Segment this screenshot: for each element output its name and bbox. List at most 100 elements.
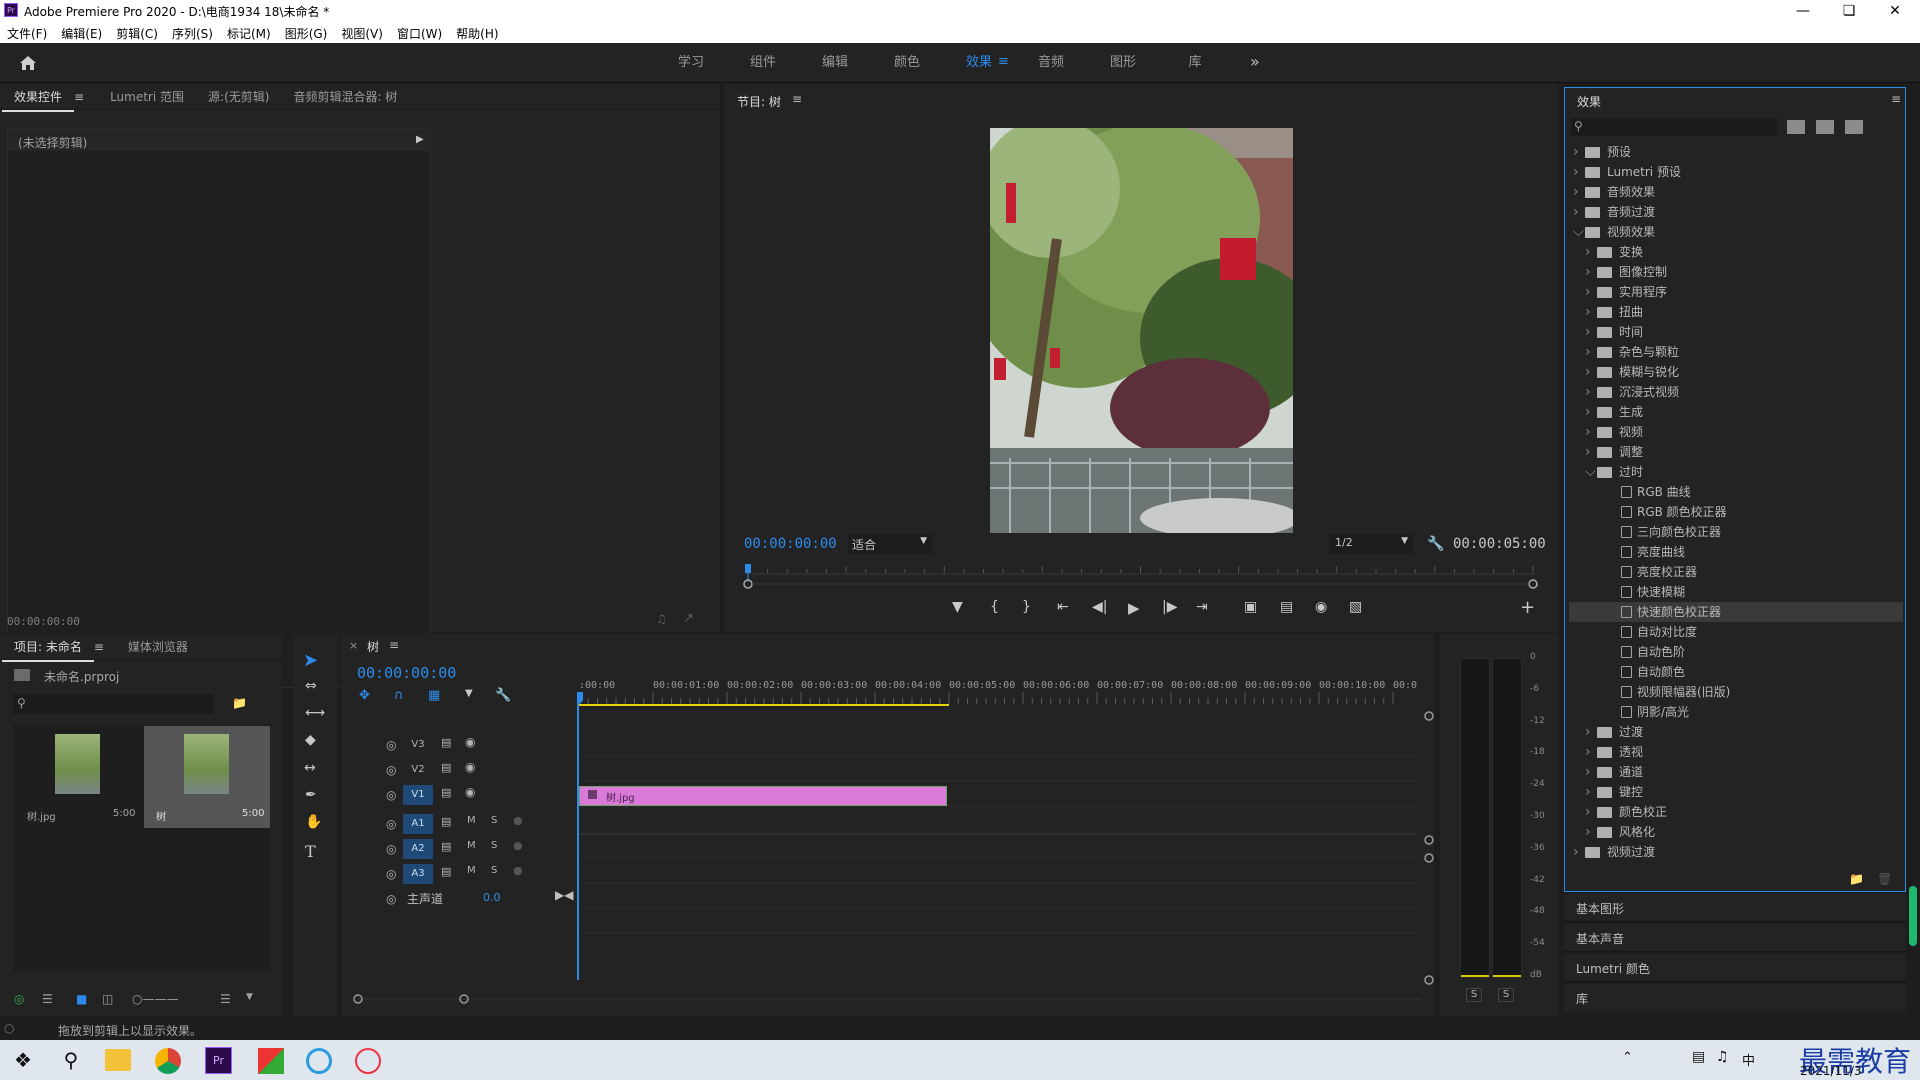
- eye-icon[interactable]: ◉: [465, 785, 475, 799]
- effects-item[interactable]: › 视频: [1569, 422, 1903, 442]
- panel-menu-icon[interactable]: ≡: [74, 90, 84, 104]
- freeform-view-icon[interactable]: ◫: [102, 992, 113, 1006]
- lock-icon[interactable]: ◎: [386, 788, 396, 802]
- chrome-icon[interactable]: [155, 1048, 181, 1074]
- network-icon[interactable]: ▤: [1692, 1049, 1705, 1065]
- eye-icon[interactable]: ◉: [465, 760, 475, 774]
- windows-start-icon[interactable]: ❖: [8, 1045, 38, 1075]
- chevron-down-icon[interactable]: ⌵: [1585, 462, 1596, 482]
- effects-item[interactable]: 快速颜色校正器: [1569, 602, 1903, 622]
- effects-item[interactable]: 快速模糊: [1569, 582, 1903, 602]
- chevron-right-icon[interactable]: ›: [1585, 322, 1595, 342]
- effects-item[interactable]: › 实用程序: [1569, 282, 1903, 302]
- effects-item[interactable]: › 风格化: [1569, 822, 1903, 842]
- more-workspaces-icon[interactable]: »: [1250, 52, 1260, 71]
- effects-item[interactable]: 三向颜色校正器: [1569, 522, 1903, 542]
- menu-graphics[interactable]: 图形(G): [278, 22, 335, 42]
- effects-item[interactable]: › 音频效果: [1569, 182, 1903, 202]
- menu-file[interactable]: 文件(F): [0, 22, 54, 42]
- button-editor-plus-icon[interactable]: +: [1520, 597, 1535, 618]
- menu-markers[interactable]: 标记(M): [220, 22, 278, 42]
- lift-icon[interactable]: ▣: [1244, 599, 1257, 615]
- essential-graphics-tab[interactable]: 基本图形: [1564, 894, 1906, 922]
- step-back-icon[interactable]: ◀|: [1092, 599, 1107, 615]
- workspace-tab-libraries[interactable]: 库: [1159, 43, 1231, 83]
- effects-item[interactable]: › 通道: [1569, 762, 1903, 782]
- chevron-down-icon[interactable]: ⌵: [1573, 222, 1584, 242]
- effects-item[interactable]: › Lumetri 预设: [1569, 162, 1903, 182]
- effects-item[interactable]: › 颜色校正: [1569, 802, 1903, 822]
- icon-view-icon[interactable]: ■: [76, 992, 87, 1006]
- selection-tool-icon[interactable]: ➤: [303, 650, 318, 671]
- timeline-hscroll[interactable]: [351, 992, 1431, 1006]
- program-menu-icon[interactable]: ≡: [792, 92, 802, 106]
- effects-item[interactable]: › 预设: [1569, 142, 1903, 162]
- razor-tool-icon[interactable]: ◆: [305, 732, 316, 748]
- mute-button[interactable]: M: [467, 815, 476, 826]
- chevron-right-icon[interactable]: ›: [1585, 242, 1595, 262]
- menu-edit[interactable]: 编辑(E): [54, 22, 109, 42]
- chevron-down-icon[interactable]: ▼: [246, 992, 253, 1002]
- lock-icon[interactable]: ◎: [386, 738, 396, 752]
- lock-icon[interactable]: ◎: [386, 842, 396, 856]
- solo-button[interactable]: S: [491, 865, 497, 876]
- file-explorer-icon[interactable]: [105, 1049, 131, 1071]
- maximize-button[interactable]: ❏: [1826, 0, 1872, 22]
- chevron-right-icon[interactable]: ›: [1585, 782, 1595, 802]
- chevron-right-icon[interactable]: ›: [1585, 802, 1595, 822]
- effects-item[interactable]: 自动颜色: [1569, 662, 1903, 682]
- program-current-timecode[interactable]: 00:00:00:00: [744, 536, 837, 552]
- chevron-right-icon[interactable]: ›: [1573, 142, 1583, 162]
- mute-button[interactable]: M: [467, 865, 476, 876]
- effects-item[interactable]: › 调整: [1569, 442, 1903, 462]
- effects-item[interactable]: 亮度曲线: [1569, 542, 1903, 562]
- tab-audio-clip-mixer[interactable]: 音频剪辑混合器: 树: [281, 84, 409, 110]
- chevron-right-icon[interactable]: ›: [1585, 262, 1595, 282]
- close-sequence-icon[interactable]: ×: [349, 639, 358, 652]
- time-ruler[interactable]: :00:00 00:00:01:00 00:00:02:00 00:00:03:00 0…: [577, 674, 1417, 706]
- wrench-icon[interactable]: 🔧: [1427, 536, 1444, 552]
- effects-item[interactable]: 亮度校正器: [1569, 562, 1903, 582]
- yuv-effects-icon[interactable]: [1845, 120, 1863, 134]
- effects-item[interactable]: › 模糊与锐化: [1569, 362, 1903, 382]
- chevron-right-icon[interactable]: ›: [1585, 822, 1595, 842]
- timeline-timecode[interactable]: 00:00:00:00: [357, 664, 456, 682]
- menu-sequence[interactable]: 序列(S): [165, 22, 220, 42]
- resolution-dropdown[interactable]: 1/2 ▼: [1329, 534, 1413, 554]
- effects-item[interactable]: 视频限幅器(旧版): [1569, 682, 1903, 702]
- zoom-slider[interactable]: ○———: [132, 992, 178, 1006]
- sequence-tab[interactable]: 树: [367, 638, 379, 655]
- pen-tool-icon[interactable]: ✒: [305, 787, 317, 803]
- premiere-taskbar-icon[interactable]: Pr: [205, 1047, 232, 1074]
- track-label[interactable]: V1: [403, 785, 433, 805]
- workspace-tab-assembly[interactable]: 组件: [727, 43, 799, 83]
- solo-button[interactable]: S: [491, 815, 497, 826]
- effects-menu-icon[interactable]: ≡: [1891, 92, 1901, 106]
- ime-indicator[interactable]: 中: [1742, 1050, 1755, 1069]
- project-search-input[interactable]: ⚲: [13, 694, 213, 714]
- workspace-tab-learn[interactable]: 学习: [655, 43, 727, 83]
- workspace-tab-color[interactable]: 颜色: [871, 43, 943, 83]
- tab-effect-controls[interactable]: 效果控件: [2, 84, 75, 112]
- project-menu-icon[interactable]: ≡: [94, 640, 104, 654]
- 32-bit-effects-icon[interactable]: [1816, 120, 1834, 134]
- microphone-icon[interactable]: ●: [513, 814, 523, 827]
- workspace-tab-graphics[interactable]: 图形: [1087, 43, 1159, 83]
- solo-right-button[interactable]: S: [1498, 988, 1514, 1002]
- track-label[interactable]: V3: [403, 735, 433, 755]
- microphone-icon[interactable]: ●: [513, 839, 523, 852]
- chevron-right-icon[interactable]: ›: [1585, 442, 1595, 462]
- project-item-sequence[interactable]: 树 5:00: [144, 726, 270, 828]
- solo-button[interactable]: S: [491, 840, 497, 851]
- menu-help[interactable]: 帮助(H): [449, 22, 505, 42]
- chevron-right-icon[interactable]: ›: [1585, 402, 1595, 422]
- film-icon[interactable]: ▤: [441, 815, 451, 828]
- export-frame-camera-icon[interactable]: ◉: [1315, 599, 1327, 615]
- go-to-in-icon[interactable]: ⇤: [1057, 599, 1069, 615]
- new-search-bin-icon[interactable]: 📁: [232, 696, 247, 710]
- workspace-tab-editing[interactable]: 编辑: [799, 43, 871, 83]
- go-to-out-icon[interactable]: ⇥: [1196, 599, 1208, 615]
- menu-view[interactable]: 视图(V): [334, 22, 390, 42]
- new-custom-bin-icon[interactable]: 📁: [1849, 872, 1864, 886]
- effects-item[interactable]: 自动色阶: [1569, 642, 1903, 662]
